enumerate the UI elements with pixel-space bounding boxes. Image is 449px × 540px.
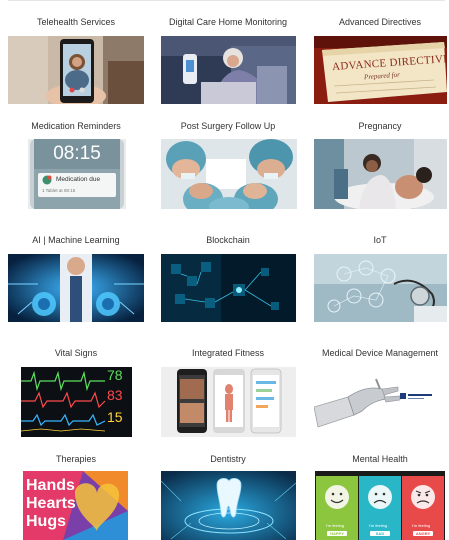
tile-digital-care-home-monitoring[interactable]: Digital Care Home Monitoring bbox=[157, 17, 299, 107]
telehealth-phone-icon[interactable] bbox=[8, 36, 144, 104]
tile-vital-signs[interactable]: Vital Signs 78 83 15 bbox=[8, 348, 144, 440]
tile-dentistry[interactable]: Dentistry bbox=[157, 454, 299, 540]
pregnancy-icon[interactable] bbox=[314, 139, 447, 209]
tile-label: Integrated Fitness bbox=[191, 348, 265, 358]
tile-telehealth-services[interactable]: Telehealth Services bbox=[8, 17, 144, 107]
therapy-word-3: Hugs bbox=[26, 513, 66, 530]
tile-ai-machine-learning[interactable]: AI | Machine Learning bbox=[8, 235, 144, 325]
mood-badge-happy[interactable]: HAPPY bbox=[327, 531, 347, 536]
surgeons-icon[interactable] bbox=[161, 139, 297, 209]
tile-label: Dentistry bbox=[210, 454, 246, 464]
tile-mental-health[interactable]: Mental Health I'm feeling I'm feeling I'… bbox=[311, 454, 449, 540]
vital-monitor-icon[interactable]: 78 83 15 bbox=[21, 367, 132, 437]
heart-rate-value: 78 bbox=[107, 367, 123, 383]
mood-caption-happy: I'm feeling bbox=[326, 523, 345, 528]
tile-label: Medication Reminders bbox=[31, 121, 121, 131]
ai-brain-icon[interactable] bbox=[8, 254, 144, 322]
tile-label: Therapies bbox=[55, 454, 97, 464]
tile-label: Advanced Directives bbox=[338, 17, 422, 27]
reminder-sub-text: 1 Tablet at 08:15 bbox=[42, 188, 76, 193]
hands-hearts-hugs-icon[interactable]: Hands Hearts Hugs bbox=[23, 471, 128, 540]
tile-medication-reminders[interactable]: Medication Reminders 08:15 Medication du… bbox=[8, 121, 144, 211]
tile-label: Digital Care Home Monitoring bbox=[168, 17, 288, 27]
elderly-monitoring-icon[interactable] bbox=[161, 36, 296, 104]
tile-pregnancy[interactable]: Pregnancy bbox=[311, 121, 449, 211]
tile-label: Vital Signs bbox=[54, 348, 98, 358]
mood-caption-sad: I'm feeling bbox=[369, 523, 388, 528]
top-divider bbox=[8, 0, 445, 1]
tooth-icon[interactable] bbox=[161, 471, 296, 540]
tile-therapies[interactable]: Therapies Hands Hearts Hugs bbox=[8, 454, 144, 540]
mood-badge-angry[interactable]: ANGRY bbox=[413, 531, 433, 536]
tile-advanced-directives[interactable]: Advanced Directives ADVANCE DIRECTIVE Pr… bbox=[311, 17, 449, 107]
mood-faces-icon[interactable]: I'm feeling I'm feeling I'm feeling HAPP… bbox=[315, 471, 445, 540]
tile-medical-device-management[interactable]: Medical Device Management bbox=[311, 348, 449, 440]
reminder-title-text: Medication due bbox=[56, 176, 101, 183]
tile-post-surgery-follow-up[interactable]: Post Surgery Follow Up bbox=[157, 121, 299, 211]
tile-label: Mental Health bbox=[352, 454, 408, 464]
tile-iot[interactable]: IoT bbox=[311, 235, 449, 325]
document-icon[interactable]: ADVANCE DIRECTIVE Prepared for bbox=[314, 36, 447, 104]
fitness-phones-icon[interactable] bbox=[161, 367, 296, 437]
pressure-value: 83 bbox=[107, 387, 123, 403]
therapy-word-2: Hearts bbox=[26, 495, 76, 512]
therapy-word-1: Hands bbox=[26, 477, 75, 494]
resp-rate-value: 15 bbox=[107, 409, 123, 425]
phone-alarm-icon[interactable]: 08:15 Medication due 1 Tablet at 08:15 bbox=[28, 139, 126, 209]
tile-label: Telehealth Services bbox=[36, 17, 116, 27]
mood-badge-sad[interactable]: SAD bbox=[370, 531, 390, 536]
mood-caption-angry: I'm feeling bbox=[412, 523, 431, 528]
robot-hand-icon[interactable] bbox=[314, 367, 447, 437]
tile-blockchain[interactable]: Blockchain bbox=[157, 235, 299, 325]
tile-label: Post Surgery Follow Up bbox=[180, 121, 276, 131]
iot-stethoscope-icon[interactable] bbox=[314, 254, 447, 322]
tile-label: Medical Device Management bbox=[321, 348, 439, 358]
tile-label: AI | Machine Learning bbox=[32, 235, 120, 245]
tile-integrated-fitness[interactable]: Integrated Fitness bbox=[157, 348, 299, 440]
reminder-time-text: 08:15 bbox=[53, 143, 101, 164]
tile-label: Blockchain bbox=[206, 235, 250, 245]
blockchain-icon[interactable] bbox=[161, 254, 296, 322]
tile-label: Pregnancy bbox=[358, 121, 402, 131]
tile-label: IoT bbox=[373, 235, 387, 245]
